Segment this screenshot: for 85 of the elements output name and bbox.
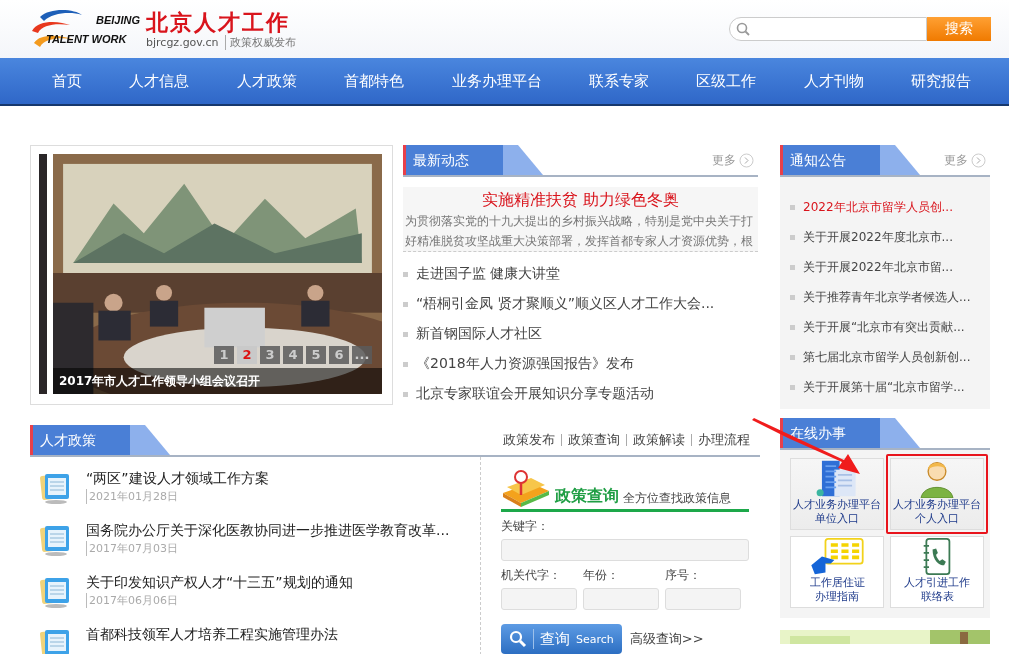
keyword-field[interactable]	[501, 539, 749, 561]
document-icon	[38, 471, 72, 505]
bullet-icon	[403, 301, 408, 307]
notice-link[interactable]: 第七届北京市留学人员创新创...	[803, 348, 971, 366]
chevron-icon	[971, 152, 986, 168]
tile-label: 人才业务办理平台 个人入口	[893, 498, 981, 526]
nav-link[interactable]: 人才政策	[236, 71, 297, 91]
bullet-icon	[790, 234, 795, 240]
policy-link[interactable]: “两区”建设人才领域工作方案	[86, 467, 269, 489]
chevron-icon	[739, 152, 754, 168]
policy-date: 2017年06月06日	[86, 593, 353, 608]
section-title: 人才政策	[30, 425, 170, 455]
policy-link[interactable]: 国务院办公厅关于深化医教协同进一步推进医学教育改革...	[86, 519, 450, 541]
policy-link[interactable]: 关于印发知识产权人才“十三五”规划的通知	[86, 571, 353, 593]
nav-link[interactable]: 人才刊物	[803, 71, 864, 91]
service-tile[interactable]: 人才业务办理平台 单位入口	[790, 458, 884, 530]
policy-tab-link[interactable]: 办理流程	[698, 431, 750, 449]
serial-field[interactable]	[665, 588, 741, 610]
bullet-icon	[403, 271, 408, 277]
news-link[interactable]: 《2018年人力资源强国报告》发布	[416, 355, 634, 373]
service-tile[interactable]: 人才业务办理平台 个人入口	[890, 458, 984, 530]
notice-link[interactable]: 2022年北京市留学人员创...	[803, 198, 953, 216]
news-link[interactable]: 新首钢国际人才社区	[416, 325, 542, 343]
nav-link[interactable]: 业务办理平台	[451, 71, 542, 91]
search-field[interactable]	[729, 17, 927, 41]
policy-date: 2017年07月03日	[86, 541, 450, 556]
tile-label: 工作居住证 办理指南	[809, 576, 865, 604]
nav-link[interactable]: 区级工作	[696, 71, 757, 91]
bullet-icon	[790, 294, 795, 300]
books-icon	[501, 469, 551, 507]
bullet-icon	[403, 361, 408, 367]
notice-link[interactable]: 关于开展2022年北京市留...	[803, 258, 953, 276]
tile-label: 人才引进工作 联络表	[904, 576, 970, 604]
news-link[interactable]: 北京专家联谊会开展知识分享专题活动	[416, 385, 654, 403]
logo-text: BEIJING	[96, 13, 140, 26]
section-title: 最新动态	[403, 145, 543, 175]
policy-tab-link[interactable]: 政策解读	[633, 431, 685, 449]
notice-link[interactable]: 关于开展“北京市有突出贡献...	[803, 318, 965, 336]
bullet-icon	[790, 204, 795, 210]
bullet-icon	[790, 384, 795, 390]
bullet-icon	[790, 324, 795, 330]
notice-link[interactable]: 关于推荐青年北京学者候选人...	[803, 288, 971, 306]
domain-text: bjrcgz.gov.cn	[146, 35, 219, 49]
tile-label: 人才业务办理平台 单位入口	[793, 498, 881, 526]
nav-link[interactable]: 人才信息	[129, 71, 190, 91]
field-label: 序号：	[665, 567, 702, 584]
nav-link[interactable]: 研究报告	[911, 71, 971, 91]
news-link[interactable]: “梧桐引金凤 贤才聚顺义”顺义区人才工作大会...	[416, 295, 715, 313]
nav-link[interactable]: 首都特色	[344, 71, 405, 91]
document-icon	[38, 627, 72, 654]
slide-caption[interactable]: 2017年市人才工作领导小组会议召开	[53, 374, 261, 388]
site-title: 北京人才工作	[146, 8, 291, 35]
slogan-text: 政策权威发布	[224, 34, 296, 50]
bullet-icon	[403, 331, 408, 337]
logo-text: TALENT WORK	[46, 32, 128, 45]
policy-tab-link[interactable]: 政策查询	[568, 431, 620, 449]
query-subtitle: 全方位查找政策信息	[623, 490, 731, 507]
bullet-icon	[790, 354, 795, 360]
field-label: 机关代字：	[501, 567, 562, 584]
notice-link[interactable]: 关于开展2022年度北京市...	[803, 228, 953, 246]
service-tile[interactable]: 工作居住证 办理指南	[790, 536, 884, 608]
document-icon	[38, 523, 72, 557]
query-button[interactable]: 查询 Search	[501, 624, 622, 654]
service-tile[interactable]: 人才引进工作 联络表	[890, 536, 984, 608]
bullet-icon	[403, 391, 408, 397]
news-link[interactable]: 走进国子监 健康大讲堂	[416, 265, 561, 283]
section-title: 通知公告	[780, 145, 920, 175]
policy-tab-link[interactable]: 政策发布	[503, 431, 555, 449]
search-icon	[736, 22, 750, 36]
year-field[interactable]	[583, 588, 659, 610]
code-field[interactable]	[501, 588, 577, 610]
field-label: 年份：	[583, 567, 620, 584]
bullet-icon	[790, 264, 795, 270]
field-label: 关键字：	[501, 518, 550, 535]
advanced-search-link[interactable]: 高级查询>>	[629, 630, 704, 648]
policy-link[interactable]: 首都科技领军人才培养工程实施管理办法	[86, 623, 338, 645]
query-title: 政策查询	[555, 486, 619, 507]
nav-link[interactable]: 首页	[52, 71, 82, 91]
search-icon	[509, 630, 527, 648]
notice-link[interactable]: 关于开展第十届“北京市留学...	[803, 378, 965, 396]
headline-summary: 为贯彻落实党的十九大提出的乡村振兴战略，特别是党中央关于打好精准脱贫攻坚战重大决策部署，发挥首都专家人才资源优势，根	[405, 213, 754, 250]
policy-date: 2021年01月28日	[86, 489, 269, 504]
nav-link[interactable]: 联系专家	[588, 71, 649, 91]
headline-link[interactable]: 实施精准扶贫 助力绿色冬奥	[481, 189, 680, 211]
document-icon	[38, 575, 72, 609]
